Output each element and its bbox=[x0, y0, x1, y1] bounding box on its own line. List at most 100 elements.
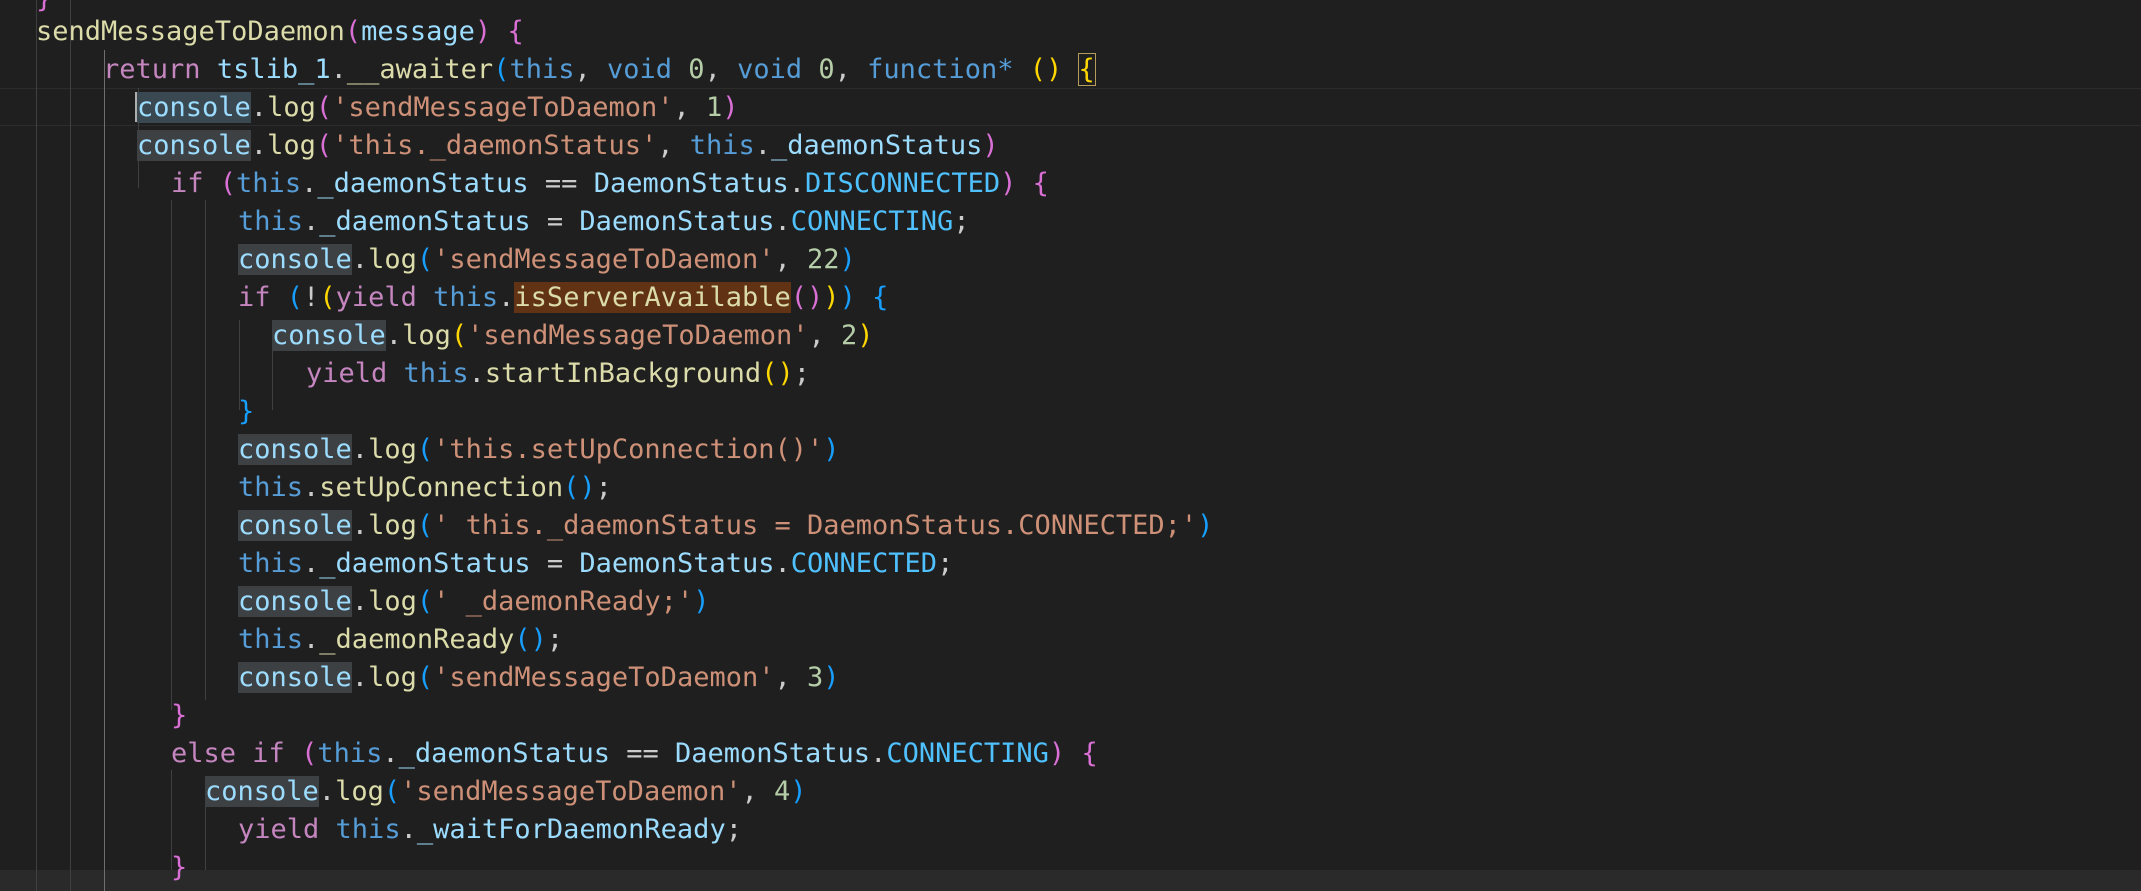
code-line-22: yield this._waitForDaemonReady; bbox=[238, 811, 742, 849]
console-identifier: console bbox=[205, 776, 319, 807]
indent-guide-active bbox=[104, 50, 105, 891]
dot: . bbox=[303, 624, 320, 655]
enum-member: CONNECTING bbox=[886, 738, 1049, 769]
keyword-return: return bbox=[103, 54, 201, 85]
keyword-void: void bbox=[607, 54, 673, 85]
dot: . bbox=[385, 320, 403, 351]
comma: , bbox=[808, 320, 841, 351]
method-name: sendMessageToDaemon bbox=[36, 16, 345, 47]
code-editor[interactable]: } sendMessageToDaemon(message) { return … bbox=[0, 0, 2141, 891]
keyword-if: if bbox=[171, 168, 204, 199]
keyword-void: void bbox=[737, 54, 803, 85]
code-line-7: console.log('sendMessageToDaemon', 22) bbox=[238, 241, 856, 279]
dot: . bbox=[351, 434, 369, 465]
semicolon: ; bbox=[595, 472, 612, 503]
string-literal: 'sendMessageToDaemon' bbox=[400, 776, 742, 807]
console-identifier: console bbox=[137, 130, 251, 161]
paren: ( bbox=[315, 130, 333, 161]
code-line-11: } bbox=[238, 393, 254, 431]
code-line-2: return tslib_1.__awaiter(this, void 0, v… bbox=[103, 51, 1096, 89]
keyword-this: this bbox=[689, 130, 755, 161]
comma: , bbox=[673, 92, 706, 123]
function-call: log bbox=[368, 662, 417, 693]
code-line-13: this.setUpConnection(); bbox=[238, 469, 612, 507]
brace: } bbox=[238, 396, 255, 427]
keyword-yield: yield bbox=[306, 358, 388, 389]
code-line-1: sendMessageToDaemon(message) { bbox=[36, 13, 524, 51]
property: _waitForDaemonReady bbox=[416, 814, 726, 845]
function-call: _daemonReady bbox=[319, 624, 515, 655]
paren: ( bbox=[761, 358, 778, 389]
paren: ( bbox=[319, 282, 336, 313]
dot: . bbox=[351, 586, 369, 617]
number: 1 bbox=[706, 92, 723, 123]
paren: ) bbox=[1046, 54, 1063, 85]
semicolon: ; bbox=[793, 358, 810, 389]
paren: ( bbox=[416, 244, 434, 275]
operator: = bbox=[530, 206, 580, 237]
console-identifier: console bbox=[272, 320, 386, 351]
dot: . bbox=[788, 168, 806, 199]
dot: . bbox=[351, 662, 369, 693]
property: _daemonStatus bbox=[317, 168, 529, 199]
console-identifier: console bbox=[137, 92, 251, 123]
paren: ( bbox=[301, 738, 318, 769]
number: 3 bbox=[807, 662, 824, 693]
console-identifier: console bbox=[238, 434, 352, 465]
keyword-this: this bbox=[403, 358, 469, 389]
dot: . bbox=[330, 54, 347, 85]
brace: { bbox=[872, 282, 889, 313]
paren: ) bbox=[1197, 510, 1214, 541]
code-line-17: this._daemonReady(); bbox=[238, 621, 563, 659]
identifier: tslib_1 bbox=[216, 54, 331, 85]
keyword-this: this bbox=[509, 54, 575, 85]
function-call: log bbox=[402, 320, 451, 351]
paren: ) bbox=[693, 586, 710, 617]
keyword-this: this bbox=[317, 738, 383, 769]
paren: ( bbox=[383, 776, 401, 807]
code-line-21: console.log('sendMessageToDaemon', 4) bbox=[205, 773, 807, 811]
comma: , bbox=[774, 662, 807, 693]
paren: ) bbox=[1048, 738, 1066, 769]
brace: { bbox=[1081, 738, 1098, 769]
paren: ) bbox=[530, 624, 547, 655]
code-line-6: this._daemonStatus = DaemonStatus.CONNEC… bbox=[238, 203, 970, 241]
paren: ) bbox=[982, 130, 999, 161]
keyword-this: this bbox=[238, 548, 304, 579]
paren: ) bbox=[857, 320, 874, 351]
paren: ( bbox=[563, 472, 580, 503]
console-identifier: console bbox=[238, 510, 352, 541]
dot: . bbox=[301, 168, 318, 199]
operator: == bbox=[609, 738, 675, 769]
property: _daemonStatus bbox=[319, 206, 531, 237]
paren: ) bbox=[579, 472, 596, 503]
paren: ( bbox=[286, 282, 304, 313]
string-literal: 'sendMessageToDaemon' bbox=[467, 320, 809, 351]
keyword-this: this bbox=[238, 206, 304, 237]
operator: == bbox=[528, 168, 594, 199]
comma: , bbox=[574, 54, 607, 85]
number: 4 bbox=[774, 776, 791, 807]
dot: . bbox=[468, 358, 485, 389]
paren: ) bbox=[777, 358, 794, 389]
property: _daemonStatus bbox=[398, 738, 610, 769]
dot: . bbox=[498, 282, 515, 313]
function-call: startInBackground bbox=[484, 358, 762, 389]
paren: ( bbox=[315, 92, 333, 123]
enum-name: DaemonStatus bbox=[675, 738, 871, 769]
indent-guide bbox=[36, 0, 37, 891]
code-line-19: } bbox=[171, 697, 187, 735]
comma: , bbox=[657, 130, 690, 161]
paren: ( bbox=[219, 168, 237, 199]
brace: } bbox=[36, 0, 52, 14]
paren: ( bbox=[416, 510, 434, 541]
comma: , bbox=[704, 54, 738, 85]
function-call: log bbox=[267, 130, 316, 161]
indent-guide bbox=[171, 200, 172, 710]
dot: . bbox=[774, 548, 791, 579]
string-literal: 'sendMessageToDaemon' bbox=[433, 244, 775, 275]
